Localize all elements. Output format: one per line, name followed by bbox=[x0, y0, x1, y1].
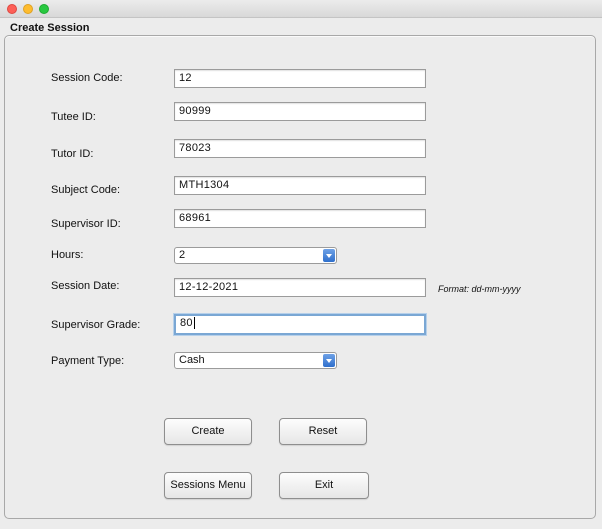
hours-label: Hours: bbox=[51, 249, 84, 261]
supervisor-grade-label: Supervisor Grade: bbox=[51, 319, 141, 331]
subject-code-field[interactable]: MTH1304 bbox=[174, 176, 426, 195]
close-icon[interactable] bbox=[7, 4, 17, 14]
create-button[interactable]: Create bbox=[164, 418, 252, 445]
tutee-id-label: Tutee ID: bbox=[51, 111, 96, 123]
panel-title: Create Session bbox=[10, 22, 90, 34]
maximize-icon[interactable] bbox=[39, 4, 49, 14]
tutor-id-field[interactable]: 78023 bbox=[174, 139, 426, 158]
hours-select-value: 2 bbox=[179, 249, 186, 261]
tutee-id-field[interactable]: 90999 bbox=[174, 102, 426, 121]
session-date-label: Session Date: bbox=[51, 280, 120, 292]
sessions-menu-button[interactable]: Sessions Menu bbox=[164, 472, 252, 499]
supervisor-id-field[interactable]: 68961 bbox=[174, 209, 426, 228]
exit-button[interactable]: Exit bbox=[279, 472, 369, 499]
session-code-label: Session Code: bbox=[51, 72, 123, 84]
minimize-icon[interactable] bbox=[23, 4, 33, 14]
reset-button[interactable]: Reset bbox=[279, 418, 367, 445]
window-titlebar bbox=[0, 0, 602, 18]
supervisor-grade-field[interactable]: 80 bbox=[174, 314, 426, 335]
hours-select[interactable]: 2 bbox=[174, 247, 337, 264]
chevron-down-icon[interactable] bbox=[323, 249, 335, 262]
supervisor-id-label: Supervisor ID: bbox=[51, 218, 121, 230]
session-code-field[interactable]: 12 bbox=[174, 69, 426, 88]
payment-type-select-value: Cash bbox=[179, 354, 205, 366]
date-format-hint: Format: dd-mm-yyyy bbox=[438, 284, 521, 294]
chevron-down-icon[interactable] bbox=[323, 354, 335, 367]
tutor-id-label: Tutor ID: bbox=[51, 148, 94, 160]
session-date-field[interactable]: 12-12-2021 bbox=[174, 278, 426, 297]
payment-type-select[interactable]: Cash bbox=[174, 352, 337, 369]
payment-type-label: Payment Type: bbox=[51, 355, 125, 367]
subject-code-label: Subject Code: bbox=[51, 184, 121, 196]
